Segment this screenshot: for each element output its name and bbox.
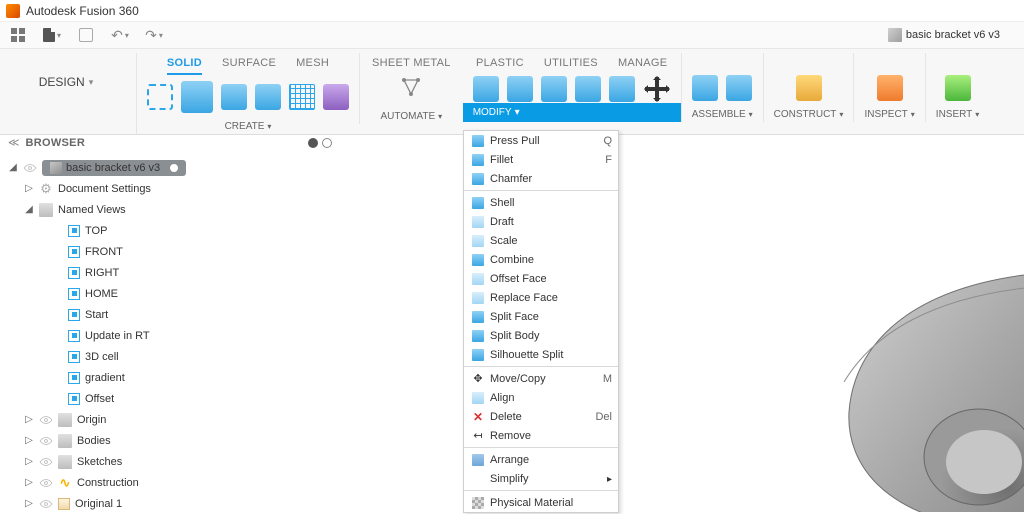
tree-view-item[interactable]: Offset xyxy=(6,388,334,409)
apps-grid-icon[interactable] xyxy=(6,25,30,45)
group-insert: . INSERT xyxy=(925,53,990,122)
tab-plastic[interactable]: PLASTIC xyxy=(476,57,524,69)
menu-item[interactable]: Split Face xyxy=(464,307,618,326)
automate-icon[interactable] xyxy=(397,75,425,103)
new-sketch-icon[interactable] xyxy=(147,84,173,110)
press-pull-icon[interactable] xyxy=(473,76,499,102)
tree-view-item[interactable]: TOP xyxy=(6,220,334,241)
create-cylinder-icon[interactable] xyxy=(221,84,247,110)
tree-view-item[interactable]: Start xyxy=(6,304,334,325)
tab-mesh[interactable]: MESH xyxy=(296,57,329,75)
construct-panel-label[interactable]: CONSTRUCT xyxy=(774,105,844,122)
menu-item[interactable]: Combine xyxy=(464,250,618,269)
group-inspect: . INSPECT xyxy=(853,53,924,122)
browser-panel: ≪ BROWSER ◢ basic bracket v6 v3 ▷⚙Docume… xyxy=(0,128,340,512)
menu-item[interactable]: Press PullQ xyxy=(464,131,618,150)
tree-root[interactable]: ◢ basic bracket v6 v3 xyxy=(6,157,334,178)
browser-option-dot-icon[interactable] xyxy=(308,138,318,148)
joint-icon[interactable] xyxy=(726,75,752,101)
shell-icon[interactable] xyxy=(541,76,567,102)
combine-icon[interactable] xyxy=(575,76,601,102)
menu-item[interactable]: Draft xyxy=(464,212,618,231)
component-cube-icon xyxy=(888,28,902,42)
menu-item[interactable]: ↤Remove xyxy=(464,426,618,445)
group-create: SOLID SURFACE MESH CREATE xyxy=(136,53,359,134)
tree-view-item[interactable]: 3D cell xyxy=(6,346,334,367)
tab-solid[interactable]: SOLID xyxy=(167,57,202,75)
menu-item[interactable]: FilletF xyxy=(464,150,618,169)
browser-title: BROWSER xyxy=(26,137,86,149)
tree-view-item[interactable]: RIGHT xyxy=(6,262,334,283)
group-modify: PLASTIC UTILITIES MANAGE MODIFY xyxy=(463,53,681,122)
tree-folder-item[interactable]: ▷Original 1 xyxy=(6,493,334,514)
group-construct: . CONSTRUCT xyxy=(763,53,854,122)
group-assemble: . ASSEMBLE xyxy=(681,53,763,122)
modify-dropdown-menu: Press PullQFilletFChamfer ShellDraftScale… xyxy=(463,130,619,513)
tab-utilities[interactable]: UTILITIES xyxy=(544,57,598,69)
menu-item[interactable]: Shell xyxy=(464,193,618,212)
tab-sheet-metal[interactable]: SHEET METAL xyxy=(372,57,451,69)
create-derive-icon[interactable] xyxy=(323,84,349,110)
undo-button[interactable]: ↶ xyxy=(108,25,132,45)
fillet-icon[interactable] xyxy=(507,76,533,102)
construct-plane-icon[interactable] xyxy=(796,75,822,101)
menu-item[interactable]: Replace Face xyxy=(464,288,618,307)
group-automate: SHEET METAL AUTOMATE xyxy=(359,53,463,124)
move-copy-icon[interactable] xyxy=(643,75,671,103)
tree-document-settings[interactable]: ▷⚙Document Settings xyxy=(6,178,334,199)
menu-item[interactable]: Offset Face xyxy=(464,269,618,288)
file-menu-button[interactable] xyxy=(40,25,64,45)
tree-view-item[interactable]: FRONT xyxy=(6,241,334,262)
menu-item[interactable]: ✥Move/CopyM xyxy=(464,369,618,388)
ribbon: DESIGN SOLID SURFACE MESH CREATE SHEET M… xyxy=(0,48,1024,135)
tree-folder-item[interactable]: ▷Origin xyxy=(6,409,334,430)
save-button[interactable] xyxy=(74,25,98,45)
menu-item[interactable]: Simplify xyxy=(464,469,618,488)
visibility-icon[interactable] xyxy=(23,161,37,175)
tree-folder-item[interactable]: ▷∿Construction xyxy=(6,472,334,493)
viewport-model[interactable] xyxy=(704,232,1024,512)
new-component-icon[interactable] xyxy=(692,75,718,101)
menu-item[interactable]: ✕DeleteDel xyxy=(464,407,618,426)
tree-named-views[interactable]: ◢Named Views xyxy=(6,199,334,220)
menu-item[interactable]: Chamfer xyxy=(464,169,618,188)
document-title[interactable]: basic bracket v6 v3 xyxy=(888,28,1018,42)
tree-view-item[interactable]: HOME xyxy=(6,283,334,304)
app-logo-icon xyxy=(6,4,20,18)
insert-decal-icon[interactable] xyxy=(945,75,971,101)
menu-item[interactable]: Scale xyxy=(464,231,618,250)
split-icon[interactable] xyxy=(609,76,635,102)
insert-panel-label[interactable]: INSERT xyxy=(936,105,980,122)
automate-panel-label[interactable]: AUTOMATE xyxy=(381,107,443,124)
browser-tree: ◢ basic bracket v6 v3 ▷⚙Document Setting… xyxy=(6,153,334,514)
collapse-browser-icon[interactable]: ≪ xyxy=(8,136,20,149)
redo-button[interactable]: ↷ xyxy=(142,25,166,45)
create-form-icon[interactable] xyxy=(289,84,315,110)
app-title: Autodesk Fusion 360 xyxy=(26,4,139,18)
menu-item[interactable]: Align xyxy=(464,388,618,407)
tab-manage[interactable]: MANAGE xyxy=(618,57,667,69)
tree-view-item[interactable]: gradient xyxy=(6,367,334,388)
menu-item[interactable]: Split Body xyxy=(464,326,618,345)
assemble-panel-label[interactable]: ASSEMBLE xyxy=(692,105,753,122)
inspect-measure-icon[interactable] xyxy=(877,75,903,101)
browser-option-circle-icon[interactable] xyxy=(322,138,332,148)
workspace-switcher[interactable]: DESIGN xyxy=(6,53,126,111)
tree-folder-item[interactable]: ▷Sketches xyxy=(6,451,334,472)
modify-panel-label[interactable]: MODIFY xyxy=(463,103,681,122)
menu-item[interactable]: Silhouette Split xyxy=(464,345,618,364)
menu-item[interactable]: Arrange xyxy=(464,450,618,469)
quick-access-toolbar: ↶ ↷ basic bracket v6 v3 xyxy=(0,22,1024,48)
create-sphere-icon[interactable] xyxy=(255,84,281,110)
tree-view-item[interactable]: Update in RT xyxy=(6,325,334,346)
menu-item[interactable]: Physical Material xyxy=(464,493,618,512)
inspect-panel-label[interactable]: INSPECT xyxy=(864,105,914,122)
tree-folder-item[interactable]: ▷Bodies xyxy=(6,430,334,451)
create-box-icon[interactable] xyxy=(181,81,213,113)
title-bar: Autodesk Fusion 360 xyxy=(0,0,1024,22)
tab-surface[interactable]: SURFACE xyxy=(222,57,276,75)
